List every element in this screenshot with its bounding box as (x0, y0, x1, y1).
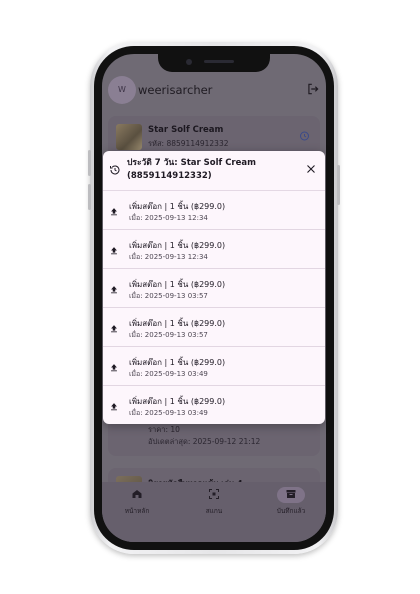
product-price: ราคา: 10 (148, 425, 180, 434)
scan-icon (209, 489, 219, 499)
logout-icon[interactable] (306, 82, 320, 96)
nav-label-saved: บันทึกแล้ว (276, 507, 306, 515)
camera-icon (186, 59, 192, 65)
history-entry: เพิ่มสต๊อก | 1 ชิ้น (฿299.0) เมื่อ: 2025… (103, 230, 325, 269)
upload-icon (111, 325, 117, 333)
entry-title: เพิ่มสต๊อก | 1 ชิ้น (฿299.0) (129, 358, 226, 367)
product-name: Star Solf Cream (148, 125, 224, 135)
product-code: รหัส: 8859114912332 (148, 139, 229, 148)
nav-label-scan: สแกน (205, 507, 223, 515)
nav-item-home[interactable]: หน้าหลัก (102, 488, 172, 516)
history-entry: เพิ่มสต๊อก | 1 ชิ้น (฿299.0) เมื่อ: 2025… (103, 386, 325, 424)
dialog-header: ประวัติ 7 วัน: Star Solf Cream (88591149… (103, 151, 325, 191)
bottom-nav: หน้าหลัก สแกน บันทึกแล้ว (102, 482, 326, 542)
upload-icon (111, 364, 117, 372)
history-dialog: ประวัติ 7 วัน: Star Solf Cream (88591149… (103, 151, 325, 424)
entry-title: เพิ่มสต๊อก | 1 ชิ้น (฿299.0) (129, 280, 226, 289)
inventory-icon (286, 490, 296, 498)
history-entry: เพิ่มสต๊อก | 1 ชิ้น (฿299.0) เมื่อ: 2025… (103, 308, 325, 347)
entry-time: เมื่อ: 2025-09-13 03:49 (129, 409, 208, 417)
upload-icon (111, 286, 117, 294)
home-icon (132, 490, 142, 498)
entry-time: เมื่อ: 2025-09-13 03:57 (129, 292, 208, 300)
history-entry: เพิ่มสต๊อก | 1 ชิ้น (฿299.0) เมื่อ: 2025… (103, 191, 325, 230)
volume-up-button (88, 150, 91, 176)
app-header: W weerisarcher (102, 72, 326, 112)
close-icon[interactable] (305, 163, 317, 175)
entry-title: เพิ่มสต๊อก | 1 ชิ้น (฿299.0) (129, 397, 226, 406)
entry-time: เมื่อ: 2025-09-13 03:57 (129, 331, 208, 339)
username: weerisarcher (138, 83, 213, 97)
dialog-title: ประวัติ 7 วัน: Star Solf Cream (88591149… (127, 157, 297, 183)
history-entry: เพิ่มสต๊อก | 1 ชิ้น (฿299.0) เมื่อ: 2025… (103, 269, 325, 308)
product-updated: อัปเดตล่าสุด: 2025-09-12 21:12 (148, 437, 261, 446)
power-button (337, 165, 340, 205)
nav-label-home: หน้าหลัก (124, 507, 150, 515)
upload-icon (111, 208, 117, 216)
upload-icon (111, 403, 117, 411)
entry-title: เพิ่มสต๊อก | 1 ชิ้น (฿299.0) (129, 319, 226, 328)
entry-title: เพิ่มสต๊อก | 1 ชิ้น (฿299.0) (129, 202, 226, 211)
speaker-grille (204, 60, 234, 63)
volume-down-button (88, 184, 91, 210)
phone-notch (158, 52, 270, 72)
history-icon[interactable] (298, 130, 310, 142)
history-icon (110, 165, 120, 175)
dialog-title-line2: (8859114912332) (127, 171, 212, 181)
history-entry: เพิ่มสต๊อก | 1 ชิ้น (฿299.0) เมื่อ: 2025… (103, 347, 325, 386)
nav-item-scan[interactable]: สแกน (179, 488, 249, 516)
nav-item-saved[interactable]: บันทึกแล้ว (256, 488, 326, 516)
product-thumbnail (116, 124, 142, 150)
entry-time: เมื่อ: 2025-09-13 12:34 (129, 214, 208, 222)
entry-time: เมื่อ: 2025-09-13 12:34 (129, 253, 208, 261)
entry-title: เพิ่มสต๊อก | 1 ชิ้น (฿299.0) (129, 241, 226, 250)
avatar[interactable]: W (108, 76, 136, 104)
dialog-title-line1: ประวัติ 7 วัน: Star Solf Cream (127, 158, 256, 168)
entry-time: เมื่อ: 2025-09-13 03:49 (129, 370, 208, 378)
upload-icon (111, 247, 117, 255)
